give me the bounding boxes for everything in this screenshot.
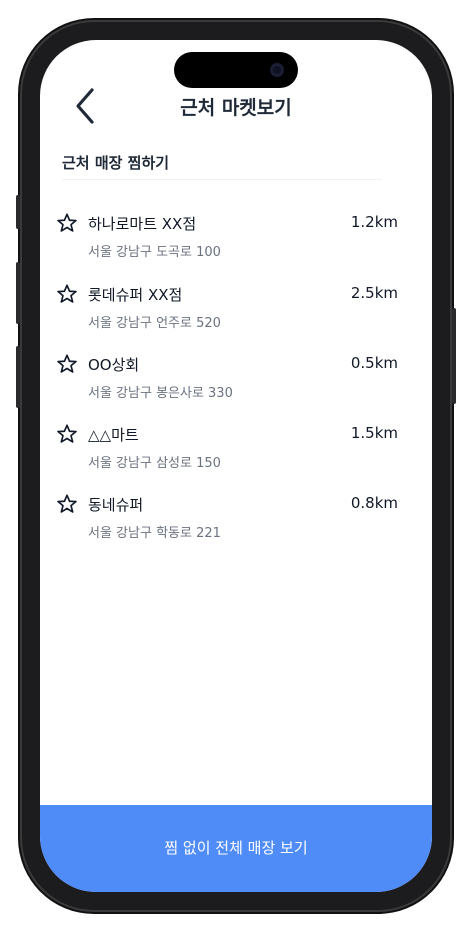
store-name: OO상회 [88,356,140,374]
store-list-item[interactable]: 롯데슈퍼 XX점 서울 강남구 언주로 520 2.5km [40,281,432,343]
page-title: 근처 마켓보기 [180,97,292,119]
action-button [16,195,20,229]
store-name: 동네슈퍼 [88,496,144,514]
store-address: 서울 강남구 언주로 520 [88,316,221,331]
store-name: 하나로마트 XX점 [88,215,197,233]
store-address: 서울 강남구 도곡로 100 [88,245,221,260]
star-outline-icon[interactable] [56,283,78,305]
view-all-stores-button[interactable]: 찜 없이 전체 매장 보기 [40,805,432,892]
section-divider [62,179,382,180]
volume-down-button [16,346,20,408]
store-list-item[interactable]: 하나로마트 XX점 서울 강남구 도곡로 100 1.2km [40,210,432,272]
store-address: 서울 강남구 봉은사로 330 [88,386,233,401]
store-address: 서울 강남구 삼성로 150 [88,456,221,471]
app-screen: 근처 마켓보기 근처 매장 찜하기 하나로마트 XX점 서울 강남구 도곡로 1… [40,40,432,892]
store-name: 롯데슈퍼 XX점 [88,286,183,304]
store-distance: 0.8km [350,494,398,512]
store-name: △△마트 [88,426,139,444]
store-address: 서울 강남구 학동로 221 [88,526,221,541]
store-distance: 1.2km [350,213,398,231]
store-distance: 2.5km [350,284,398,302]
store-distance: 0.5km [350,354,398,372]
store-list-item[interactable]: 동네슈퍼 서울 강남구 학동로 221 0.8km [40,491,432,553]
volume-up-button [16,262,20,324]
star-outline-icon[interactable] [56,423,78,445]
star-outline-icon[interactable] [56,353,78,375]
store-list-item[interactable]: OO상회 서울 강남구 봉은사로 330 0.5km [40,351,432,413]
dynamic-island [174,52,298,88]
app-header: 근처 마켓보기 [40,84,432,128]
power-button [452,308,456,404]
section-title: 근처 매장 찜하기 [62,154,170,172]
star-outline-icon[interactable] [56,212,78,234]
phone-frame: 근처 마켓보기 근처 매장 찜하기 하나로마트 XX점 서울 강남구 도곡로 1… [16,22,456,910]
camera-icon [270,63,284,77]
store-distance: 1.5km [350,424,398,442]
store-list-item[interactable]: △△마트 서울 강남구 삼성로 150 1.5km [40,421,432,483]
star-outline-icon[interactable] [56,493,78,515]
